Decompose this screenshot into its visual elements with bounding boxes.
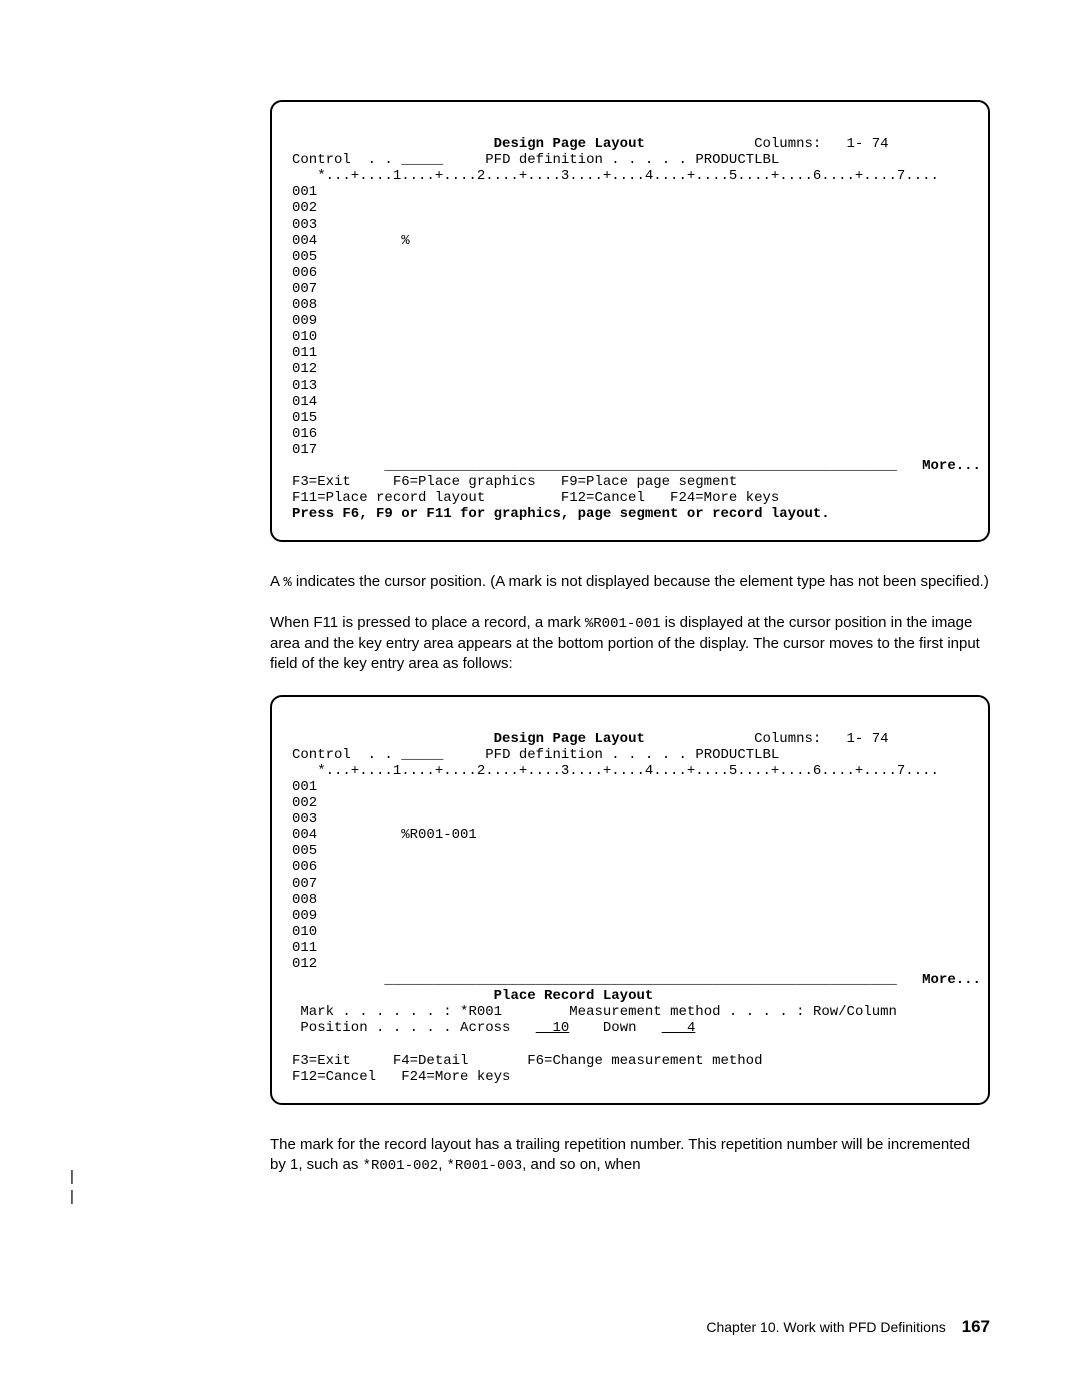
columns-label: Columns: bbox=[754, 731, 821, 747]
ruler: *...+....1....+....2....+....3....+....4… bbox=[292, 763, 939, 779]
line: 009 bbox=[292, 313, 317, 329]
columns-value: 1- 74 bbox=[847, 731, 889, 747]
line: 005 bbox=[292, 249, 317, 265]
rule: ________________________________________… bbox=[292, 458, 897, 474]
text: When F11 is pressed to place a record, a… bbox=[270, 614, 585, 631]
inline-code: % bbox=[283, 575, 291, 591]
line: 003 bbox=[292, 217, 317, 233]
line: 012 bbox=[292, 361, 317, 377]
fkey-row: F11=Place record layout F12=Cancel F24=M… bbox=[292, 490, 779, 506]
mark-value: *R001 bbox=[460, 1004, 502, 1020]
text: , bbox=[438, 1156, 446, 1173]
measurement-method-label: Measurement method . . . . : bbox=[569, 1004, 804, 1020]
line: 001 bbox=[292, 184, 317, 200]
fkey-row: F3=Exit F4=Detail F6=Change measurement … bbox=[292, 1053, 762, 1069]
across-label: Across bbox=[460, 1020, 510, 1036]
sub-title: Place Record Layout bbox=[494, 988, 654, 1004]
columns-value: 1- 74 bbox=[847, 136, 889, 152]
fkey-row: F3=Exit F6=Place graphics F9=Place page … bbox=[292, 474, 737, 490]
more-indicator: More... bbox=[922, 458, 981, 474]
pfd-value: PRODUCTLBL bbox=[695, 747, 779, 763]
body-paragraph: The mark for the record layout has a tra… bbox=[270, 1135, 990, 1176]
control-input[interactable]: _____ bbox=[401, 152, 443, 168]
page-number: 167 bbox=[962, 1317, 990, 1336]
rule: ________________________________________… bbox=[292, 972, 897, 988]
columns-label: Columns: bbox=[754, 136, 821, 152]
change-bar-icon: | bbox=[70, 1168, 74, 1185]
line: 015 bbox=[292, 410, 317, 426]
more-indicator: More... bbox=[922, 972, 981, 988]
text: A bbox=[270, 573, 283, 590]
line: 011 bbox=[292, 345, 317, 361]
line: 004 % bbox=[292, 233, 410, 249]
change-bar-icon: | bbox=[70, 1188, 74, 1205]
line: 005 bbox=[292, 843, 317, 859]
terminal-screen-1: Design Page Layout Columns: 1- 74 Contro… bbox=[270, 100, 990, 542]
line: 016 bbox=[292, 426, 317, 442]
pfd-label: PFD definition . . . . . bbox=[485, 152, 687, 168]
text: indicates the cursor position. (A mark i… bbox=[292, 573, 989, 590]
line: 012 bbox=[292, 956, 317, 972]
body-paragraph: A % indicates the cursor position. (A ma… bbox=[270, 572, 990, 593]
line: 009 bbox=[292, 908, 317, 924]
line: 010 bbox=[292, 924, 317, 940]
ruler: *...+....1....+....2....+....3....+....4… bbox=[292, 168, 939, 184]
line: 014 bbox=[292, 394, 317, 410]
fkey-row: F12=Cancel F24=More keys bbox=[292, 1069, 510, 1085]
line: 017 bbox=[292, 442, 317, 458]
terminal-screen-2: Design Page Layout Columns: 1- 74 Contro… bbox=[270, 695, 990, 1105]
text: , and so on, when bbox=[522, 1156, 640, 1173]
control-input[interactable]: _____ bbox=[401, 747, 443, 763]
chapter-label: Chapter 10. Work with PFD Definitions bbox=[706, 1319, 945, 1335]
pfd-value: PRODUCTLBL bbox=[695, 152, 779, 168]
pfd-label: PFD definition . . . . . bbox=[485, 747, 687, 763]
line: 013 bbox=[292, 378, 317, 394]
line: 007 bbox=[292, 876, 317, 892]
line: 007 bbox=[292, 281, 317, 297]
measurement-method-value: Row/Column bbox=[813, 1004, 897, 1020]
line: 002 bbox=[292, 200, 317, 216]
across-input[interactable]: 10 bbox=[536, 1020, 570, 1036]
body-paragraph: When F11 is pressed to place a record, a… bbox=[270, 613, 990, 674]
line: 011 bbox=[292, 940, 317, 956]
line: 008 bbox=[292, 892, 317, 908]
line: 008 bbox=[292, 297, 317, 313]
line: 004 %R001-001 bbox=[292, 827, 477, 843]
line: 006 bbox=[292, 859, 317, 875]
position-label: Position . . . . . bbox=[292, 1020, 452, 1036]
line: 001 bbox=[292, 779, 317, 795]
line: 006 bbox=[292, 265, 317, 281]
inline-code: *R001-002 bbox=[363, 1158, 439, 1174]
inline-code: *R001-003 bbox=[447, 1158, 523, 1174]
down-label: Down bbox=[603, 1020, 637, 1036]
line: 002 bbox=[292, 795, 317, 811]
status-message: Press F6, F9 or F11 for graphics, page s… bbox=[292, 506, 830, 522]
control-label: Control . . bbox=[292, 152, 393, 168]
screen-title: Design Page Layout bbox=[494, 136, 645, 152]
blank-indent bbox=[292, 136, 494, 152]
inline-code: %R001-001 bbox=[585, 616, 661, 632]
line: 003 bbox=[292, 811, 317, 827]
line: 010 bbox=[292, 329, 317, 345]
down-input[interactable]: 4 bbox=[662, 1020, 696, 1036]
control-label: Control . . bbox=[292, 747, 393, 763]
mark-label: Mark . . . . . . : bbox=[292, 1004, 452, 1020]
screen-title: Design Page Layout bbox=[494, 731, 645, 747]
page-footer: Chapter 10. Work with PFD Definitions 16… bbox=[706, 1317, 990, 1337]
